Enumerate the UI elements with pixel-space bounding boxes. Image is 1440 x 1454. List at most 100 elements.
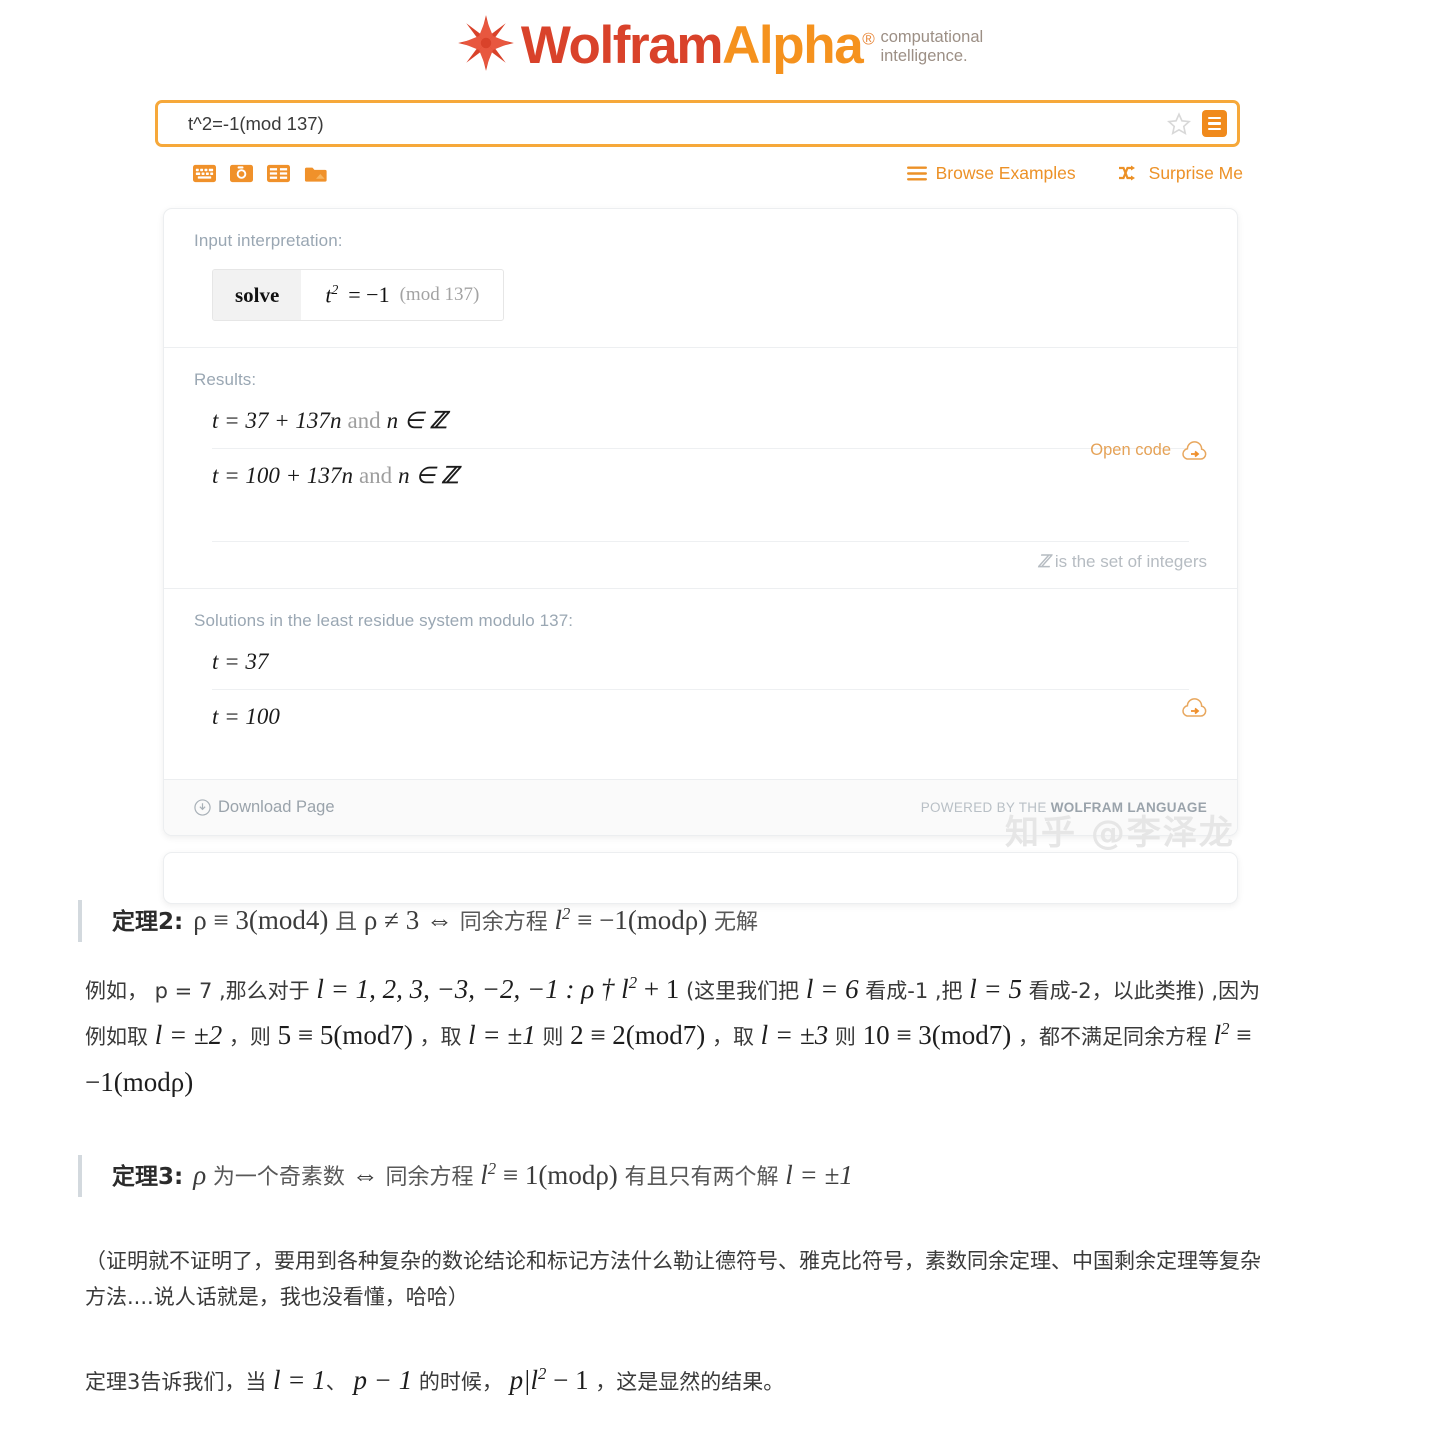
theorem-3-part3: ≡ 1(modρ) xyxy=(502,1160,618,1191)
result-and-2: and xyxy=(358,463,393,489)
toolbar-icon-group xyxy=(193,164,327,183)
interp-modulus: (mod 137) xyxy=(399,284,480,306)
theorem-3-cn3: 有且只有两个解 xyxy=(624,1165,779,1191)
search-input[interactable] xyxy=(158,103,1166,144)
result-member-1: n ∈ xyxy=(386,408,424,434)
query-toolbar: Browse Examples Surprise Me xyxy=(193,158,1243,188)
toolbar-links: Browse Examples Surprise Me xyxy=(906,162,1243,184)
hamburger-menu-icon[interactable] xyxy=(1202,110,1227,137)
download-page-label: Download Page xyxy=(218,798,335,816)
interpretation-operator: solve xyxy=(213,270,302,321)
example-seg10: ，都不满足同余方程 xyxy=(1011,1025,1214,1050)
theorem-2-part1: ρ ≡ 3(mod4) xyxy=(193,905,329,935)
surprise-me-link[interactable]: Surprise Me xyxy=(1118,163,1243,184)
results-pod: Results: xyxy=(164,348,1237,394)
least-residue-title: Solutions in the least residue system mo… xyxy=(194,611,574,631)
upload-folder-icon[interactable] xyxy=(304,164,327,183)
theorem-3-part1: ρ xyxy=(193,1160,207,1191)
integer-set-text: is the set of integers xyxy=(1050,552,1207,572)
result-and-1: and xyxy=(347,408,381,434)
example-math-2: l = 6 xyxy=(805,973,859,1004)
final-seg1: 定理3告诉我们，当 xyxy=(85,1370,274,1395)
logo-tagline-line2: intelligence. xyxy=(880,46,968,65)
theorem-2-label: 定理2: xyxy=(112,909,184,935)
theorem-3-block: 定理3: ρ 为一个奇素数 ⇔ 同余方程 l2 ≡ 1(modρ) 有且只有两个解… xyxy=(78,1155,1440,1197)
final-math-2: p − 1 xyxy=(353,1365,413,1396)
theorem-2-cn3: 无解 xyxy=(714,910,759,935)
theorem-2-part3: ≡ −1(modρ) xyxy=(577,905,708,935)
search-bar[interactable] xyxy=(155,100,1240,147)
wolframalpha-logo[interactable]: WolframAlpha® computational intelligence… xyxy=(0,14,1440,72)
logo-alpha-text: Alpha xyxy=(722,16,864,75)
theorem-3-exponent: 2 xyxy=(487,1159,497,1179)
theorem-3-var: l xyxy=(480,1160,488,1191)
theorem-3-part2: ⇔ xyxy=(351,1160,379,1191)
final-math-1: l = 1 xyxy=(273,1365,326,1396)
final-seg4: ，这是显然的结果。 xyxy=(588,1370,785,1395)
secondary-result-card xyxy=(163,852,1238,904)
final-seg2: 、 xyxy=(325,1370,354,1395)
theorem-3-part4: l = ±1 xyxy=(785,1160,853,1191)
example-math-4: l = ±2 xyxy=(154,1020,223,1051)
interpretation-expression: t2 = −1 (mod 137) xyxy=(301,270,503,320)
theorem-3-label: 定理3: xyxy=(112,1164,184,1191)
least-residue-row: t = 37 xyxy=(164,635,1237,718)
surprise-me-label: Surprise Me xyxy=(1148,162,1243,183)
example-math-7: 2 ≡ 2(mod7) xyxy=(570,1020,706,1051)
result-expression-1: t = 37 + 137 xyxy=(212,408,330,434)
example-math-6: l = ±1 xyxy=(468,1020,536,1051)
result-set-2: ℤ xyxy=(441,463,459,489)
interp-exponent: 2 xyxy=(331,282,339,297)
star-icon[interactable] xyxy=(1166,111,1192,137)
example-seg1: 例如， p = 7 ,那么对于 xyxy=(85,978,317,1003)
set-of-integers-note: ℤ is the set of integers xyxy=(164,542,1237,588)
example-math-1: l = 1, 2, 3, −3, −2, −1 : ρ † l2 + 1 xyxy=(316,972,680,1004)
least-residue-value-2: t = 100 xyxy=(212,704,280,730)
browse-examples-label: Browse Examples xyxy=(935,162,1076,183)
least-residue-row: t = 100 xyxy=(164,690,1237,744)
camera-icon[interactable] xyxy=(230,164,253,183)
theorem-2-cn1: 且 xyxy=(335,910,358,935)
result-variable-2: n xyxy=(341,463,353,489)
integer-set-symbol: ℤ xyxy=(1037,552,1051,572)
example-math-9: 10 ≡ 3(mod7) xyxy=(862,1020,1012,1051)
results-title: Results: xyxy=(194,370,257,390)
final-math-3: p|l2 − 1 xyxy=(509,1364,589,1396)
wolfram-spikey-icon xyxy=(457,14,515,72)
result-row: t = 100 + 137n and n ∈ ℤ xyxy=(164,449,1237,503)
theorem-2-part2: ρ ≠ 3 ⇔ xyxy=(363,905,453,935)
final-paragraph: 定理3告诉我们，当 l = 1、 p − 1 的时候， p|l2 − 1 ，这是… xyxy=(85,1357,1270,1403)
download-page-button[interactable]: Download Page xyxy=(194,798,335,817)
theorem-2-cn2: 同余方程 xyxy=(459,910,548,935)
theorem-2-var: l xyxy=(554,905,562,935)
logo-wordmark: WolframAlpha® xyxy=(521,16,875,75)
example-paragraph: 例如， p = 7 ,那么对于 l = 1, 2, 3, −3, −2, −1 … xyxy=(85,966,1270,1105)
final-seg3: 的时候， xyxy=(412,1370,510,1395)
result-expression-2: t = 100 + 137 xyxy=(212,463,342,489)
input-interpretation-pod: Input interpretation: solve t2 = −1 (mod… xyxy=(164,209,1237,347)
theorem-3-cn1: 为一个奇素数 xyxy=(212,1165,345,1191)
download-circle-icon xyxy=(194,799,211,816)
input-interpretation-box: solve t2 = −1 (mod 137) xyxy=(212,269,505,322)
example-math-3: l = 5 xyxy=(969,973,1022,1004)
browse-examples-link[interactable]: Browse Examples xyxy=(906,162,1076,184)
result-row: t = 37 + 137n and n ∈ ℤ Open code xyxy=(164,394,1237,461)
interp-equality: = −1 xyxy=(348,282,390,308)
example-seg9: 则 xyxy=(828,1025,863,1050)
logo-registered-mark: ® xyxy=(862,29,875,49)
least-residue-pod: Solutions in the least residue system mo… xyxy=(164,589,1237,635)
result-member-2: n ∈ xyxy=(398,463,436,489)
result-variable-1: n xyxy=(329,408,342,434)
logo-tagline: computational intelligence. xyxy=(880,28,983,65)
example-seg7: 则 xyxy=(535,1025,571,1050)
example-seg3: 看成-1 ,把 xyxy=(858,978,970,1003)
logo-tagline-line1: computational xyxy=(880,28,984,47)
powered-brand: WOLFRAM LANGUAGE xyxy=(1050,800,1207,815)
keyboard-icon[interactable] xyxy=(193,164,216,183)
example-math-8: l = ±3 xyxy=(760,1020,829,1051)
theorem-3-cn2: 同余方程 xyxy=(385,1165,474,1191)
card-footer: Download Page POWERED BY THE WOLFRAM LAN… xyxy=(164,779,1237,835)
powered-by-label: POWERED BY THE WOLFRAM LANGUAGE xyxy=(921,800,1207,815)
table-icon[interactable] xyxy=(267,164,290,183)
article-body: 定理2: ρ ≡ 3(mod4) 且 ρ ≠ 3 ⇔ 同余方程 l2 ≡ −1(m… xyxy=(0,900,1440,1404)
